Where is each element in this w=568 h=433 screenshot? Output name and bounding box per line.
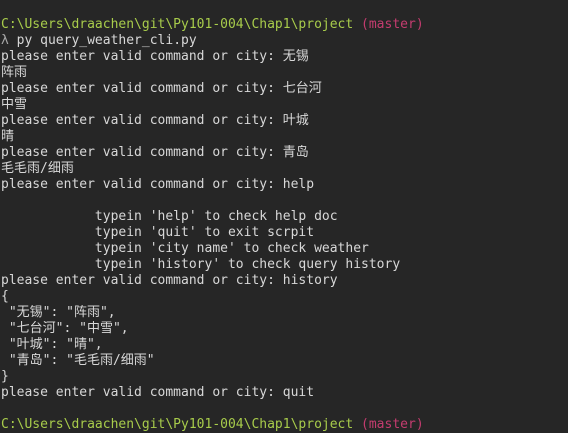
final-git-branch: (master) — [361, 417, 424, 432]
git-branch: (master) — [361, 17, 424, 32]
output-line: please enter valid command or city: hist… — [1, 273, 338, 288]
final-prompt-path: C:\Users\draachen\git\Py101-004\Chap1\pr… — [1, 417, 354, 432]
output-line: please enter valid command or city: help — [1, 177, 315, 192]
output-line: 中雪 — [1, 97, 28, 112]
output-line: typein 'quit' to exit scrpit — [1, 225, 315, 240]
final-prompt-line[interactable]: C:\Users\draachen\git\Py101-004\Chap1\pr… — [1, 417, 568, 433]
output-line: "无锡": "阵雨", — [1, 305, 116, 320]
output-line: please enter valid command or city: 叶城 — [1, 113, 309, 128]
output-line: typein 'help' to check help doc — [1, 209, 338, 224]
output-line: please enter valid command or city: 七台河 — [1, 81, 322, 96]
terminal-window[interactable]: C:\Users\draachen\git\Py101-004\Chap1\pr… — [0, 0, 568, 432]
output-line: 晴 — [1, 129, 15, 144]
output-line: } — [1, 369, 9, 384]
output-line: 毛毛雨/细雨 — [1, 161, 74, 176]
output-line: please enter valid command or city: quit — [1, 385, 315, 400]
prompt-line: C:\Users\draachen\git\Py101-004\Chap1\pr… — [1, 17, 568, 33]
output-line: typein 'history' to check query history — [1, 257, 401, 272]
output-line: "七台河": "中雪", — [1, 321, 129, 336]
lambda-prompt-icon: λ — [1, 33, 9, 48]
command-text: py query_weather_cli.py — [16, 33, 197, 48]
output-line: "青岛": "毛毛雨/细雨" — [1, 353, 155, 368]
output-line: please enter valid command or city: 无锡 — [1, 49, 309, 64]
output-line: 阵雨 — [1, 65, 28, 80]
output-line: typein 'city name' to check weather — [1, 241, 369, 256]
output-line: { — [1, 289, 9, 304]
output-line: "叶城": "晴", — [1, 337, 103, 352]
command-line: λ py query_weather_cli.py — [1, 33, 568, 49]
prompt-path: C:\Users\draachen\git\Py101-004\Chap1\pr… — [1, 17, 354, 32]
output-line: please enter valid command or city: 青岛 — [1, 145, 309, 160]
